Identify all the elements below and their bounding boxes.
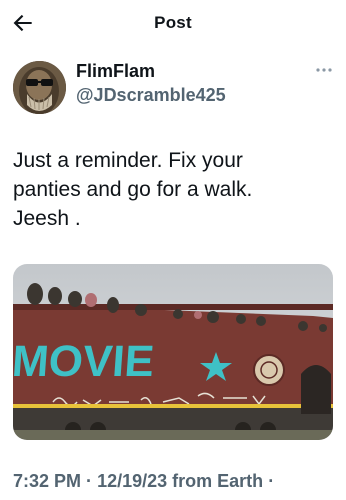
author-display-name[interactable]: FlimFlam bbox=[76, 61, 155, 82]
top-bar: Post bbox=[0, 0, 346, 46]
post-media-photo[interactable]: MOVIE bbox=[13, 264, 333, 440]
post-meta: 7:32 PM · 12/19/23 from Earth · bbox=[13, 471, 274, 492]
avatar[interactable] bbox=[13, 61, 66, 114]
more-horizontal-icon[interactable] bbox=[314, 64, 334, 76]
page-title: Post bbox=[154, 13, 192, 32]
graffiti-text: MOVIE bbox=[13, 337, 156, 386]
post-date: 12/19/23 bbox=[97, 471, 168, 491]
post-time: 7:32 PM bbox=[13, 471, 82, 491]
train-photo: MOVIE bbox=[13, 264, 333, 440]
meta-separator: · bbox=[86, 471, 93, 491]
avatar-photo bbox=[13, 61, 66, 114]
meta-separator: · bbox=[268, 471, 275, 491]
post-source: from Earth bbox=[172, 471, 264, 491]
author-handle[interactable]: @JDscramble425 bbox=[76, 85, 226, 106]
post-text: Just a reminder. Fix your panties and go… bbox=[13, 149, 253, 230]
